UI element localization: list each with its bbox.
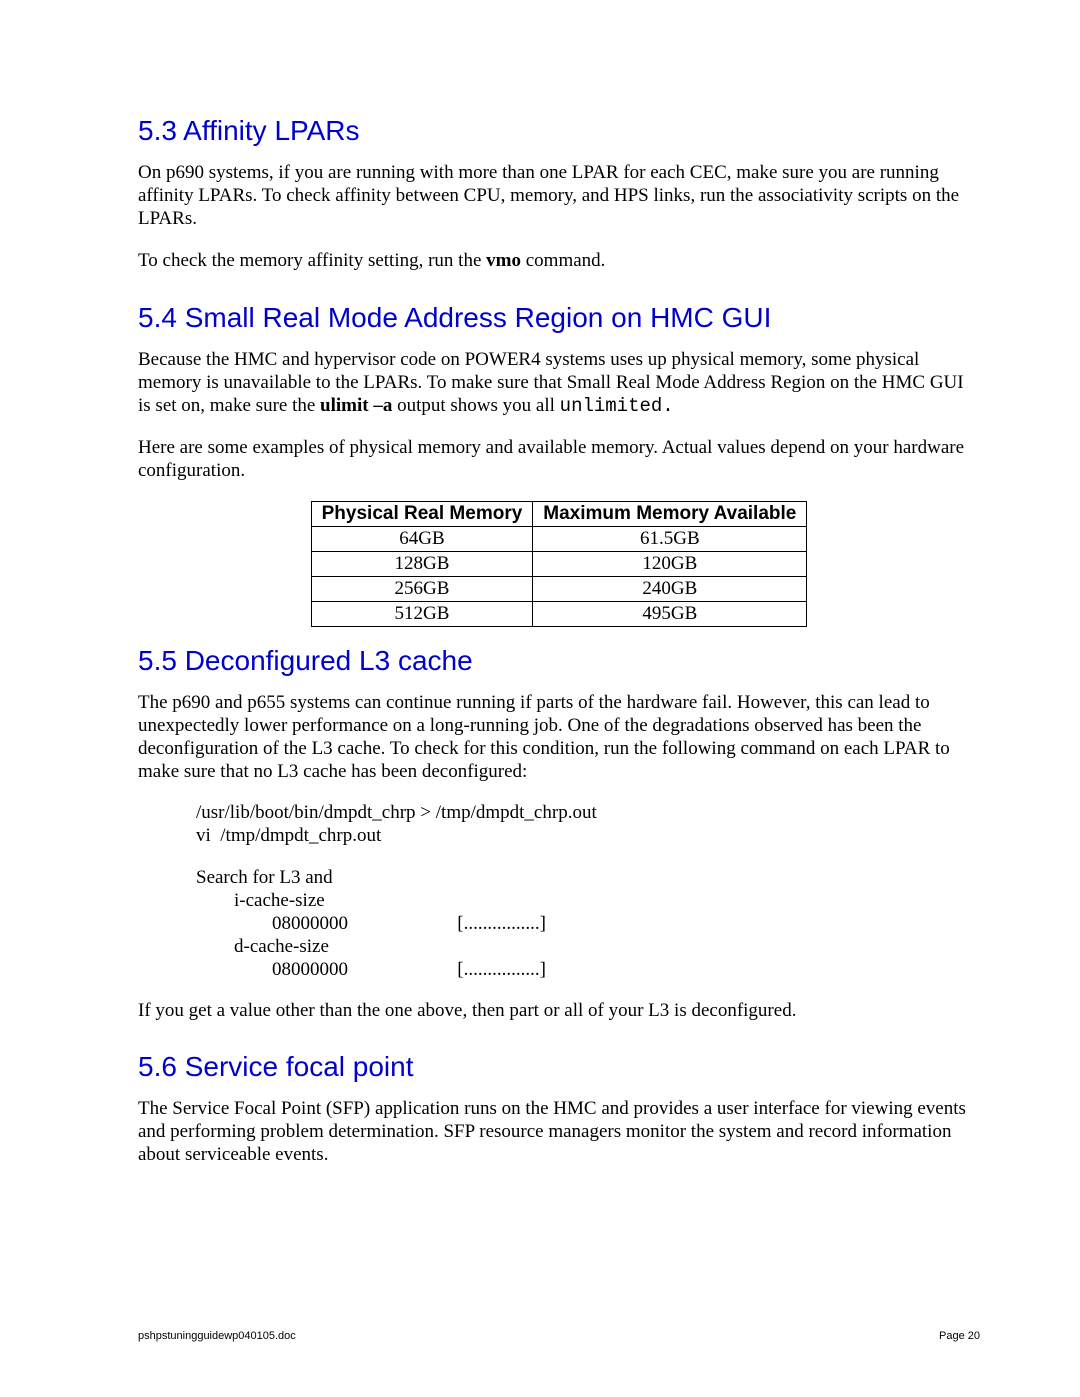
para-5-5-2: If you get a value other than the one ab… [138, 999, 980, 1022]
cell: 61.5GB [533, 526, 807, 551]
table-row: 128GB 120GB [311, 551, 807, 576]
table-row: 512GB 495GB [311, 601, 807, 626]
cell: 495GB [533, 601, 807, 626]
code-line: 08000000 [................] [196, 912, 980, 935]
code-block-search: Search for L3 and i-cache-size 08000000 … [138, 866, 980, 982]
code-line: 08000000 [................] [196, 958, 980, 981]
th-physical: Physical Real Memory [311, 501, 533, 526]
code-line: Search for L3 and [196, 866, 980, 889]
para-5-5-1: The p690 and p655 systems can continue r… [138, 691, 980, 784]
cell: 240GB [533, 576, 807, 601]
cell: 64GB [311, 526, 533, 551]
text: output shows you all [392, 395, 559, 416]
heading-5-5: 5.5 Deconfigured L3 cache [138, 645, 980, 677]
page-footer: pshpstuningguidewp040105.doc Page 20 [138, 1330, 980, 1342]
cell: 120GB [533, 551, 807, 576]
para-5-3-2: To check the memory affinity setting, ru… [138, 249, 980, 272]
heading-5-4: 5.4 Small Real Mode Address Region on HM… [138, 302, 980, 334]
text: To check the memory affinity setting, ru… [138, 250, 486, 271]
code-line: i-cache-size [196, 889, 980, 912]
table-header-row: Physical Real Memory Maximum Memory Avai… [311, 501, 807, 526]
heading-5-3: 5.3 Affinity LPARs [138, 115, 980, 147]
cmd-ulimit: ulimit –a [320, 395, 392, 416]
footer-page-number: Page 20 [939, 1330, 980, 1342]
table-row: 256GB 240GB [311, 576, 807, 601]
footer-filename: pshpstuningguidewp040105.doc [138, 1330, 296, 1342]
para-5-4-2: Here are some examples of physical memor… [138, 436, 980, 482]
para-5-3-1: On p690 systems, if you are running with… [138, 161, 980, 231]
cmd-vmo: vmo [486, 250, 521, 271]
document-page: 5.3 Affinity LPARs On p690 systems, if y… [0, 0, 1080, 1166]
code-block-commands: /usr/lib/boot/bin/dmpdt_chrp > /tmp/dmpd… [138, 801, 980, 847]
para-5-6-1: The Service Focal Point (SFP) applicatio… [138, 1097, 980, 1167]
para-5-4-1: Because the HMC and hypervisor code on P… [138, 348, 980, 419]
heading-5-6: 5.6 Service focal point [138, 1051, 980, 1083]
value-unlimited: unlimited. [560, 395, 674, 417]
code-line: d-cache-size [196, 935, 980, 958]
memory-table: Physical Real Memory Maximum Memory Avai… [311, 501, 808, 627]
text: command. [521, 250, 605, 271]
cell: 256GB [311, 576, 533, 601]
cell: 128GB [311, 551, 533, 576]
code-line: vi /tmp/dmpdt_chrp.out [196, 824, 980, 847]
table-row: 64GB 61.5GB [311, 526, 807, 551]
cell: 512GB [311, 601, 533, 626]
th-available: Maximum Memory Available [533, 501, 807, 526]
code-line: /usr/lib/boot/bin/dmpdt_chrp > /tmp/dmpd… [196, 801, 980, 824]
